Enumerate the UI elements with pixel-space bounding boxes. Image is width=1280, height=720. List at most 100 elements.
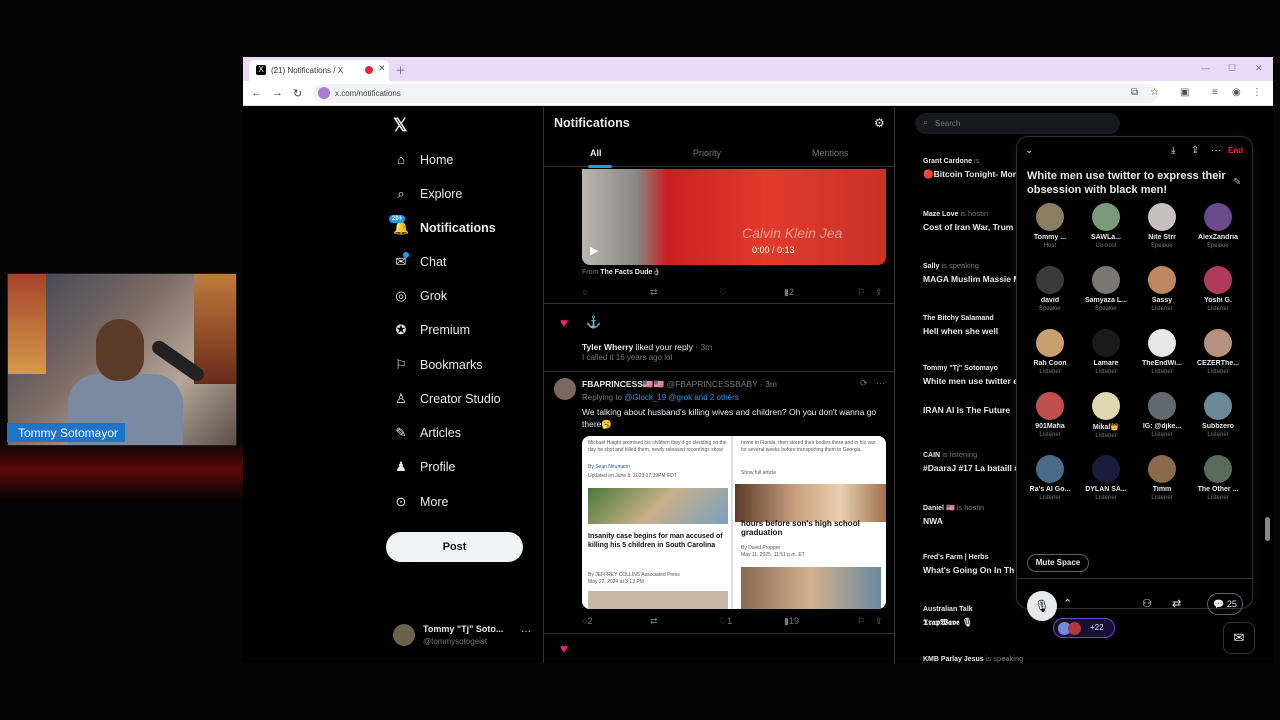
- nav-bookmarks[interactable]: ⚐ Bookmarks: [393, 357, 482, 379]
- space-participant[interactable]: AlexZandria Speaker: [1190, 203, 1246, 265]
- space-list-item[interactable]: Australian Talk 𝕿𝖗𝖆𝖕𝖂𝖆𝖛𝖊 🎙: [923, 604, 1023, 628]
- edit-icon[interactable]: ✎: [1233, 177, 1241, 188]
- nav-grok[interactable]: ◎ Grok: [393, 288, 447, 310]
- close-window-icon[interactable]: ✕: [1255, 63, 1263, 74]
- liker-avatar-icon[interactable]: ⚓: [586, 315, 601, 329]
- space-participant[interactable]: Yoshi G. Listener: [1190, 266, 1246, 328]
- space-participant[interactable]: Mikal👑 Listener: [1078, 392, 1134, 454]
- nav-chat[interactable]: ✉ Chat: [393, 252, 446, 276]
- maximize-icon[interactable]: ☐: [1228, 63, 1236, 74]
- space-participant[interactable]: SAWLa... Co-host: [1078, 203, 1134, 265]
- retweet-icon[interactable]: ⇄: [1172, 597, 1181, 610]
- nav-articles[interactable]: ✎ Articles: [393, 425, 461, 447]
- mic-icon[interactable]: 🎙: [1027, 591, 1057, 621]
- video-player[interactable]: Calvin Klein Jea ▶ 0:00 / 0:13: [582, 169, 886, 265]
- minimize-icon[interactable]: —: [1201, 63, 1210, 73]
- tab-priority[interactable]: Priority: [693, 148, 721, 158]
- bookmark-icon[interactable]: ⚐: [857, 616, 865, 627]
- x-logo-icon[interactable]: 𝕏: [393, 115, 408, 136]
- space-participant[interactable]: Tommy ... Host: [1022, 203, 1078, 265]
- like-notification[interactable]: Tyler Wherry liked your reply · 3m: [582, 342, 712, 352]
- tab-mentions[interactable]: Mentions: [812, 148, 849, 158]
- share-icon[interactable]: ⇪: [1191, 145, 1199, 156]
- share-icon[interactable]: ⇪: [875, 287, 883, 298]
- reply-icon[interactable]: ○: [582, 287, 587, 297]
- back-icon[interactable]: ←: [251, 87, 262, 99]
- minimize-space-icon[interactable]: ⤓: [1171, 145, 1175, 156]
- ellipsis-icon[interactable]: ···: [1211, 145, 1221, 156]
- space-participant[interactable]: Rah Coon Listener: [1022, 329, 1078, 391]
- nav-premium[interactable]: ✪ Premium: [393, 322, 470, 344]
- space-participant[interactable]: IG: @djke... Listener: [1134, 392, 1190, 454]
- space-participant[interactable]: Nite Strr Speaker: [1134, 203, 1190, 265]
- site-info-icon[interactable]: [318, 87, 330, 99]
- space-list-item[interactable]: Daniel 🇺🇸 is hostin NWA: [923, 503, 1023, 527]
- play-icon[interactable]: ▶: [590, 244, 598, 257]
- tweet-image[interactable]: Michael Haight promised his children the…: [582, 436, 886, 609]
- nav-creator-studio[interactable]: ♙ Creator Studio: [393, 391, 500, 413]
- space-participant[interactable]: Lamare Listener: [1078, 329, 1134, 391]
- chevron-up-icon[interactable]: ⌃: [1063, 597, 1072, 610]
- nav-explore[interactable]: ⌕ Explore: [393, 186, 462, 208]
- share-icon[interactable]: ⇪: [875, 616, 883, 627]
- space-participant[interactable]: The Other ... Listener: [1190, 455, 1246, 517]
- menu-list-icon[interactable]: ≡: [1212, 87, 1218, 98]
- kebab-menu-icon[interactable]: ⋮: [1252, 87, 1262, 98]
- avatar[interactable]: [554, 378, 576, 400]
- chevron-down-icon[interactable]: ⌄: [1025, 145, 1033, 156]
- nav-profile[interactable]: ♟ Profile: [393, 459, 455, 481]
- space-list-item[interactable]: IRAN AI Is The Future: [923, 401, 1023, 416]
- space-participant[interactable]: david Speaker: [1022, 266, 1078, 328]
- comments-button[interactable]: 💬 25: [1207, 593, 1243, 615]
- space-list-item[interactable]: Tommy "Tj" Sotomayo White men use twitte…: [923, 363, 1023, 387]
- reply-icon[interactable]: ○ 2: [582, 616, 592, 626]
- new-tab-icon[interactable]: ＋: [395, 62, 406, 78]
- space-list-item[interactable]: Sally is speakingMAGA Muslim Massie Mone…: [923, 261, 1023, 285]
- space-participants-pill[interactable]: +22: [1053, 618, 1115, 638]
- mail-icon[interactable]: ✉: [1223, 622, 1255, 654]
- sidepanel-icon[interactable]: ▣: [1180, 87, 1189, 98]
- ellipsis-icon[interactable]: ···: [876, 378, 885, 388]
- retweet-icon[interactable]: ⇄: [650, 616, 658, 627]
- tab-close-icon[interactable]: ✕: [378, 63, 386, 74]
- space-participant[interactable]: Timm Listener: [1134, 455, 1190, 517]
- space-participant[interactable]: Ra's Al Go... Listener: [1022, 455, 1078, 517]
- space-participant[interactable]: Sassy Listener: [1134, 266, 1190, 328]
- account-switcher[interactable]: Tommy "Tj" Soto... @tommysotogeist ···: [393, 622, 543, 652]
- space-list-item[interactable]: CAIN is listening #DaaraJ #17 La bataill …: [923, 450, 1023, 474]
- scrollbar[interactable]: [1265, 517, 1270, 541]
- search-input[interactable]: ⌕ Search: [915, 113, 1120, 134]
- space-list-item[interactable]: Fred's Farm | Herbs What's Going On In T…: [923, 552, 1023, 576]
- space-list-item[interactable]: Grant Cardone is🔴Bitcoin Tonight- Mortga…: [923, 156, 1023, 180]
- star-icon[interactable]: ☆: [1150, 87, 1159, 98]
- gear-icon[interactable]: ⚙: [874, 116, 885, 130]
- grok-action-icon[interactable]: ⟳: [860, 378, 868, 389]
- retweet-icon[interactable]: ⇄: [650, 287, 658, 298]
- views-icon[interactable]: ▮ 2: [784, 287, 794, 298]
- space-list-item[interactable]: The Bitchy Salamand Hell when she well: [923, 313, 1023, 337]
- space-participant[interactable]: CEZERThe... Listener: [1190, 329, 1246, 391]
- space-participant[interactable]: 901Mafia Listener: [1022, 392, 1078, 454]
- browser-tab[interactable]: X (21) Notifications / X ✕: [249, 60, 389, 81]
- bookmark-icon[interactable]: ⚐: [857, 287, 865, 298]
- url-field[interactable]: x.com/notifications: [313, 84, 1158, 103]
- nav-more[interactable]: ⊙ More: [393, 494, 449, 516]
- space-participant[interactable]: Samyaza L... Speaker: [1078, 266, 1134, 328]
- mute-space-button[interactable]: Mute Space: [1027, 554, 1089, 572]
- like-icon[interactable]: ♡: [719, 287, 727, 298]
- space-list-item[interactable]: Maze Love is hostin Cost of Iran War, Tru…: [923, 209, 1023, 233]
- post-button[interactable]: Post: [386, 532, 523, 562]
- ellipsis-icon[interactable]: ···: [521, 626, 531, 637]
- tab-all[interactable]: All: [588, 148, 612, 168]
- space-list-item[interactable]: KMB Parlay Jesus is speaking: [923, 654, 1023, 663]
- like-icon[interactable]: ♡ 1: [719, 616, 732, 627]
- views-icon[interactable]: ▮ 19: [784, 616, 799, 627]
- end-space-button[interactable]: End: [1228, 146, 1243, 155]
- space-participant[interactable]: Subbzero Listener: [1190, 392, 1246, 454]
- space-participant[interactable]: TheEndWi... Listener: [1134, 329, 1190, 391]
- profile-icon[interactable]: ◉: [1232, 87, 1241, 98]
- nav-home[interactable]: ⌂ Home: [393, 152, 453, 174]
- reload-icon[interactable]: ↻: [293, 87, 302, 100]
- nav-notifications[interactable]: 🔔 20+ Notifications: [389, 215, 496, 242]
- people-icon[interactable]: ⚇: [1142, 597, 1152, 610]
